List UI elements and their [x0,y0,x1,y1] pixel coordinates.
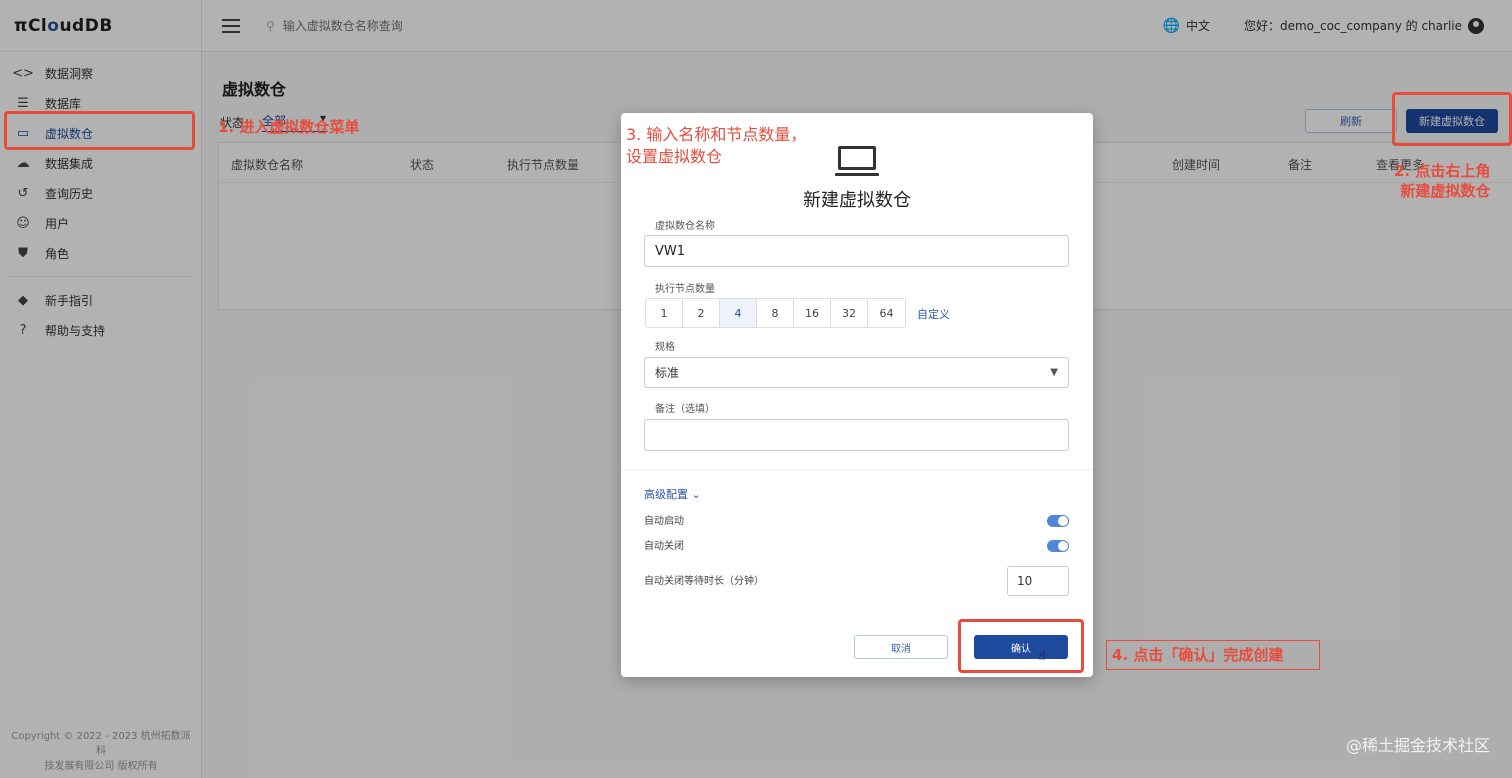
annotation-step3-line: 设置虚拟数仓 [626,147,723,166]
advanced-config-toggle[interactable]: 高级配置 ⌄ [644,486,701,502]
watermark: @稀土掘金技术社区 [1345,736,1490,755]
annotation-step2: 2. 点击右上角 新建虚拟数仓 [1394,161,1490,201]
annotation-step4: 4. 点击「确认」完成创建 [1112,646,1284,664]
hand-cursor-icon: ☝ [1038,649,1046,664]
new-warehouse-dialog: 新建虚拟数仓 虚拟数仓名称 VW1 执行节点数量 1 2 4 8 16 32 6… [621,113,1093,677]
wait-time-input[interactable]: 10 [1007,566,1069,596]
spec-value: 标准 [655,366,680,380]
annotation-step1: 1. 进入虚拟数仓菜单 [218,118,360,136]
note-input[interactable] [644,419,1069,451]
annotation-step2-line: 新建虚拟数仓 [1400,182,1491,200]
custom-nodes-link[interactable]: 自定义 [917,306,950,322]
node-option[interactable]: 64 [868,299,905,327]
auto-start-switch[interactable] [1047,515,1069,527]
auto-stop-label: 自动关闭 [644,541,684,552]
spec-label: 规格 [655,342,675,353]
warehouse-name-input[interactable]: VW1 [644,235,1069,267]
node-count-selector: 1 2 4 8 16 32 64 [645,298,906,328]
spec-select[interactable]: 标准 ▼ [644,357,1069,388]
auto-stop-switch[interactable] [1047,540,1069,552]
annotation-step3: 3. 输入名称和节点数量， 设置虚拟数仓 [626,124,806,168]
chevron-down-icon: ⌄ [691,488,701,501]
annotation-step3-line: 3. 输入名称和节点数量， [626,125,807,144]
cancel-button[interactable]: 取消 [854,635,948,659]
dialog-title: 新建虚拟数仓 [803,190,911,211]
annotation-step2-line: 2. 点击右上角 [1394,162,1491,180]
dropdown-arrow-icon: ▼ [1050,367,1058,378]
laptop-icon [835,146,879,178]
wait-time-label: 自动关闭等待时长（分钟） [644,576,764,587]
dialog-divider [621,469,1093,470]
node-option[interactable]: 8 [757,299,794,327]
node-option-selected[interactable]: 4 [720,299,757,327]
annotation-box-step1 [4,111,195,150]
node-option[interactable]: 16 [794,299,831,327]
nodes-label: 执行节点数量 [655,284,715,295]
node-option[interactable]: 2 [683,299,720,327]
node-option[interactable]: 1 [646,299,683,327]
annotation-box-step2 [1392,92,1512,146]
auto-start-label: 自动启动 [644,516,684,527]
name-label: 虚拟数仓名称 [655,221,715,232]
advanced-label: 高级配置 [644,488,688,501]
node-option[interactable]: 32 [831,299,868,327]
note-label: 备注（选填） [655,404,715,415]
annotation-box-step4 [958,619,1084,673]
